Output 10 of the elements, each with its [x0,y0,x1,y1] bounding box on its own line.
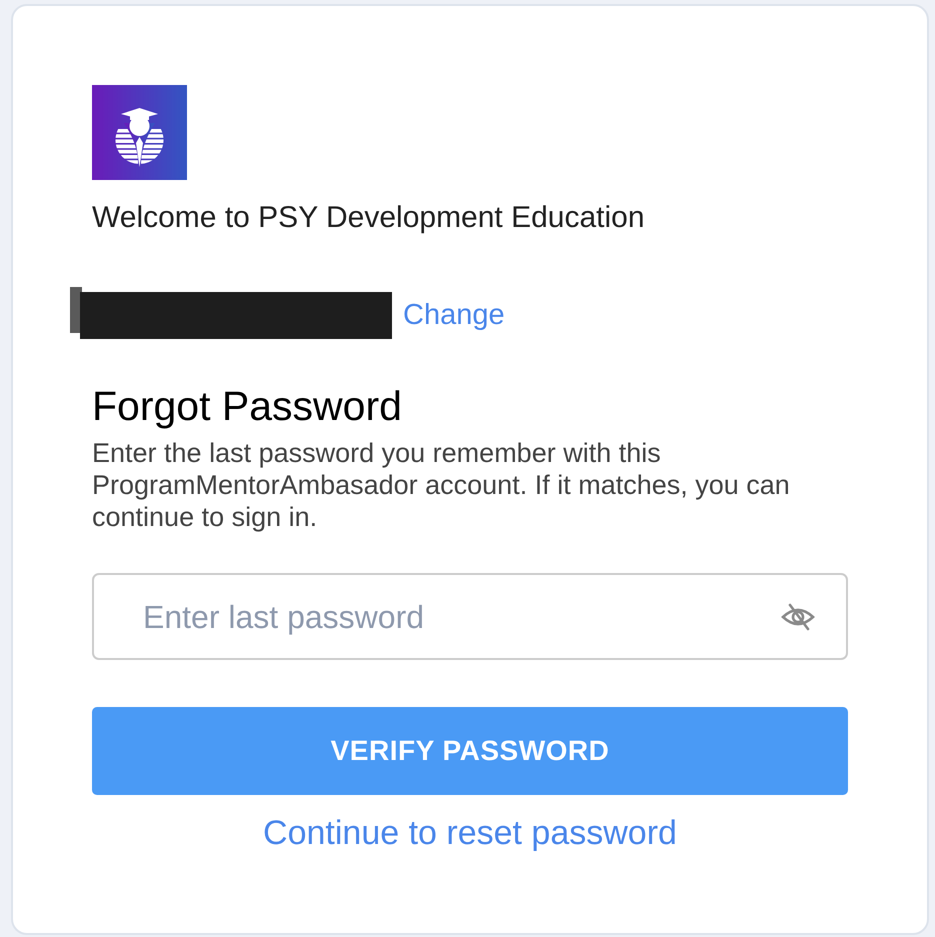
password-field[interactable]: Enter last password [92,573,848,660]
page-heading: Forgot Password [92,382,403,430]
description-text: Enter the last password you remember with this ProgramMentorAmbasador account. If it matches, you can continue to sign in. [92,437,791,533]
logo-icon [92,85,187,180]
change-link[interactable]: Change [403,298,505,332]
verify-password-button[interactable]: VERIFY PASSWORD [92,707,848,795]
eye-off-icon[interactable] [781,602,815,630]
welcome-text: Welcome to PSY Development Education [92,200,646,236]
reset-password-link[interactable]: Continue to reset password [263,813,677,853]
password-input[interactable]: Enter last password [143,592,781,640]
